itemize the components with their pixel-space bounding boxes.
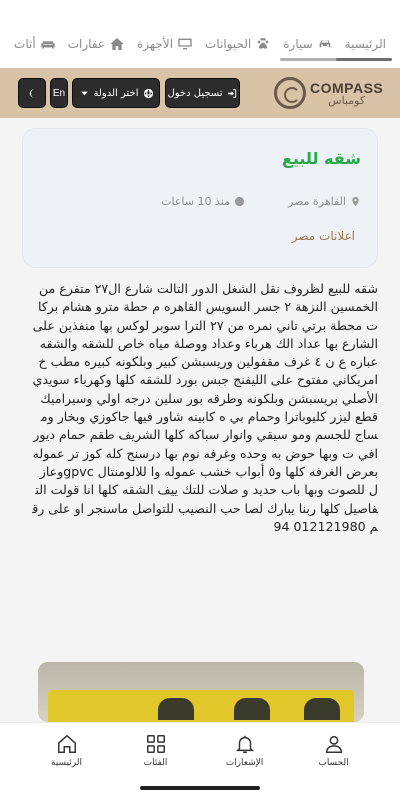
logo-text-ar: كومباس [328, 93, 366, 107]
listing-info-card: شقه للبيع القاهرة مصر منذ 10 ساعات اعلان… [22, 128, 378, 268]
theme-toggle[interactable] [18, 78, 46, 108]
listing-description: شقه للبيع لظروف نقل الشغل الدور التالت ش… [32, 281, 378, 534]
app-header: COMPASS كومباس تسجيل دخول اختر الدولة En [0, 68, 400, 118]
bottom-nav: الحساب الإشعارات الفئات الرئيسية [0, 722, 400, 778]
paw-icon [257, 38, 269, 49]
grid-icon [146, 735, 165, 753]
category-label: أثاث [14, 37, 36, 51]
category-label: الأجهزة [137, 37, 174, 51]
category-active-indicator [336, 58, 392, 61]
login-icon [227, 88, 236, 98]
country-select[interactable]: اختر الدولة [72, 78, 160, 108]
category-more[interactable] [0, 36, 8, 52]
category-realestate[interactable]: عقارات [62, 36, 131, 52]
nav-account[interactable]: الحساب [299, 733, 369, 768]
clock-icon [234, 196, 245, 207]
photo-detail [304, 698, 340, 720]
listing-photo[interactable] [38, 662, 364, 722]
login-button[interactable]: تسجيل دخول [165, 78, 240, 108]
bell-icon [235, 735, 254, 753]
category-label: عقارات [67, 37, 105, 51]
category-animals[interactable]: الحيوانات [199, 36, 277, 52]
country-label: اختر الدولة [93, 87, 139, 99]
sofa-icon [41, 41, 55, 49]
location-text: القاهرة مصر [288, 195, 346, 208]
logo-text-en: COMPASS [310, 79, 384, 96]
monitor-icon [178, 38, 192, 50]
home-icon [57, 734, 76, 753]
nav-categories-label: الفئات [143, 758, 168, 768]
category-nav: الرئيسية سيارة الحيوانات الأجهزة عقارات … [0, 0, 400, 68]
category-devices[interactable]: الأجهزة [131, 36, 199, 52]
house-icon [110, 38, 124, 50]
system-gesture-bar [0, 778, 400, 800]
user-icon [325, 735, 342, 753]
nav-notifications-label: الإشعارات [225, 758, 264, 768]
compass-logo[interactable]: COMPASS كومباس [274, 75, 386, 111]
category-label: الحيوانات [205, 37, 252, 51]
time-text: منذ 10 ساعات [161, 195, 230, 208]
category-label: الرئيسية [344, 37, 386, 51]
category-list: الرئيسية سيارة الحيوانات الأجهزة عقارات … [0, 30, 400, 58]
location-pin-icon [352, 196, 359, 207]
chevron-down-icon [80, 91, 88, 95]
category-home[interactable]: الرئيسية [339, 37, 392, 51]
language-toggle[interactable]: En [50, 78, 68, 108]
more-category-icon [0, 40, 1, 48]
listing-title: شقه للبيع [281, 149, 361, 168]
language-label: En [52, 87, 66, 99]
listing-time: منذ 10 ساعات [161, 195, 245, 208]
compass-logo-icon [274, 77, 306, 109]
category-car[interactable]: سيارة [277, 36, 338, 52]
nav-notifications[interactable]: الإشعارات [210, 733, 280, 768]
home-indicator[interactable] [140, 786, 260, 790]
category-furniture[interactable]: أثاث [8, 36, 62, 52]
seller-name[interactable]: اعلانات مصر [292, 229, 355, 243]
listing-location: القاهرة مصر [288, 195, 361, 208]
globe-icon [143, 88, 153, 98]
nav-categories[interactable]: الفئات [121, 733, 191, 768]
nav-account-label: الحساب [318, 758, 349, 768]
nav-home[interactable]: الرئيسية [32, 733, 102, 768]
car-icon [319, 40, 330, 48]
nav-home-label: الرئيسية [51, 758, 82, 768]
login-label: تسجيل دخول [167, 87, 223, 99]
photo-detail [234, 698, 270, 720]
moon-icon [29, 88, 34, 98]
photo-detail [158, 698, 194, 720]
category-label: سيارة [283, 37, 313, 51]
